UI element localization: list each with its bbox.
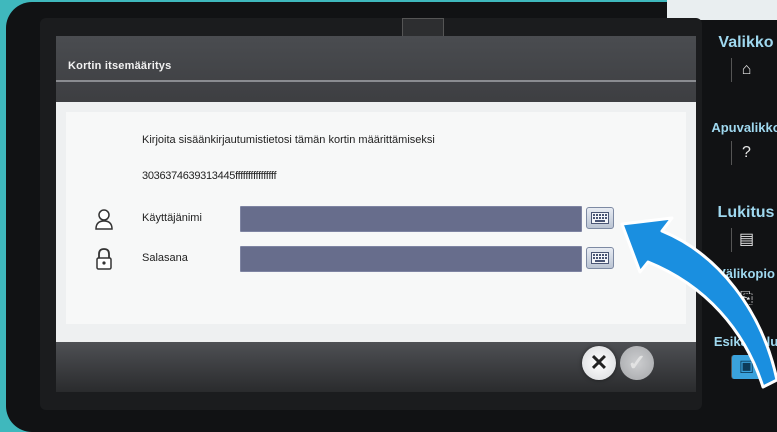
keyboard-icon: [591, 252, 609, 264]
user-icon: [94, 208, 114, 230]
password-row: Salasana: [94, 246, 684, 272]
help-label: Apuvalikko: [711, 120, 777, 135]
background-corner: [667, 0, 777, 20]
clipboard-item[interactable]: Välikopio ⎘: [706, 266, 777, 311]
side-menu: Valikko ⌂ Apuvalikko ? Lukitus ▤ Välikop…: [706, 20, 777, 420]
instruction-text: Kirjoita sisäänkirjautumistietosi tämän …: [142, 134, 435, 146]
menu-item[interactable]: Valikko ⌂: [706, 34, 777, 82]
clipboard-label: Välikopio: [717, 266, 775, 281]
preview-item[interactable]: Esikatselu ▣: [706, 334, 777, 379]
lock-device-icon: ▤: [730, 228, 762, 252]
lock-item[interactable]: Lukitus ▤: [706, 204, 777, 252]
username-row: Käyttäjänimi: [94, 206, 684, 232]
username-field[interactable]: [240, 206, 582, 232]
password-label: Salasana: [142, 252, 188, 264]
card-id: 3036374639313445ffffffffffffffff: [142, 170, 277, 182]
touch-screen: Kortin itsemääritys Kirjoita sisäänkirja…: [40, 18, 702, 410]
card-setup-dialog: Kirjoita sisäänkirjautumistietosi tämän …: [56, 102, 696, 342]
ok-button[interactable]: ✓: [620, 346, 654, 380]
help-item[interactable]: Apuvalikko ?: [706, 120, 777, 165]
preview-label: Esikatselu: [713, 334, 777, 349]
cancel-button[interactable]: ✕: [582, 346, 616, 380]
title-divider: [56, 80, 696, 82]
menu-label: Valikko: [718, 34, 774, 51]
keyboard-icon: [591, 212, 609, 224]
dialog-body: Kirjoita sisäänkirjautumistietosi tämän …: [66, 112, 686, 324]
username-label: Käyttäjänimi: [142, 212, 202, 224]
lock-label: Lukitus: [717, 204, 775, 221]
clipboard-icon: ⎘: [730, 287, 762, 311]
top-tab: [402, 18, 444, 37]
lock-icon: [94, 248, 114, 270]
question-icon: ?: [730, 141, 762, 165]
password-keyboard-button[interactable]: [586, 247, 614, 269]
dialog-title: Kortin itsemääritys: [68, 60, 172, 72]
username-keyboard-button[interactable]: [586, 207, 614, 229]
home-icon: ⌂: [730, 58, 762, 82]
preview-icon: ▣: [730, 355, 762, 379]
password-field[interactable]: [240, 246, 582, 272]
